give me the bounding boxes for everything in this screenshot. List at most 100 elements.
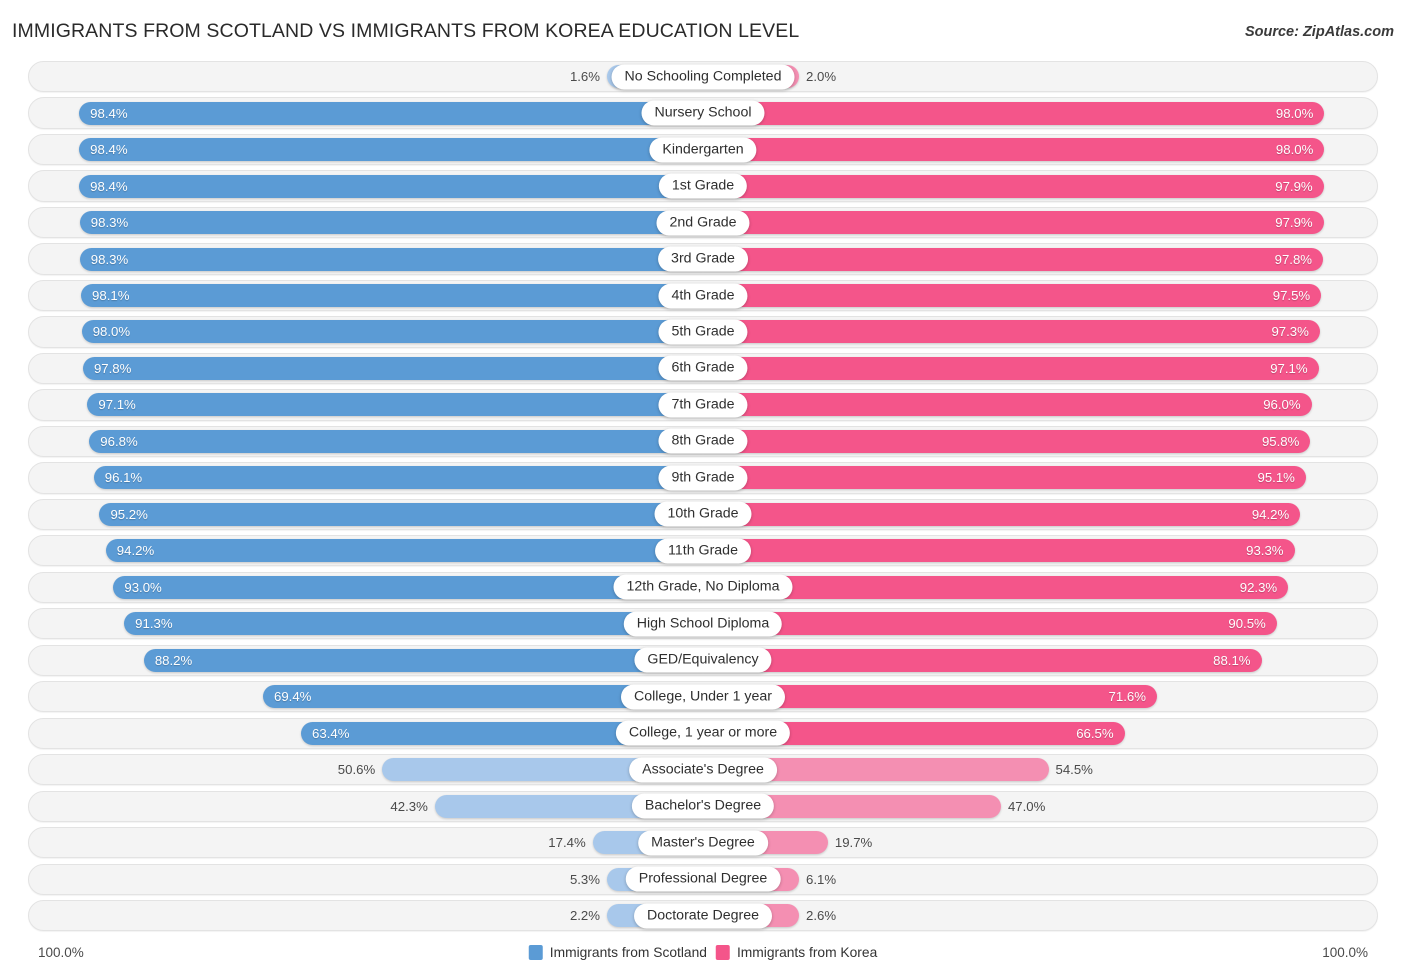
value-label-korea: 92.3% — [1239, 579, 1278, 595]
row-half-left: 97.1% — [14, 388, 703, 421]
value-label-korea: 98.0% — [1275, 142, 1314, 158]
value-label-korea: 54.5% — [1055, 762, 1093, 778]
row-half-right: 96.0% — [703, 388, 1392, 421]
bar-scotland[interactable]: 96.8% — [89, 429, 703, 453]
bar-korea[interactable]: 94.2% — [703, 502, 1301, 526]
chart-row: 98.4% 97.9% 1st Grade — [14, 169, 1392, 202]
row-half-right: 94.2% — [703, 498, 1392, 531]
chart-row: 98.3% 97.8% 3rd Grade — [14, 242, 1392, 275]
bar-scotland[interactable]: 97.1% — [87, 393, 703, 417]
bar-scotland[interactable]: 95.2% — [99, 502, 703, 526]
bar-scotland[interactable]: 98.4% — [79, 174, 703, 198]
category-label: GED/Equivalency — [634, 647, 772, 673]
category-label: Associate's Degree — [629, 757, 777, 783]
legend-item-korea[interactable]: Immigrants from Korea — [715, 945, 877, 960]
row-half-right: 47.0% — [703, 790, 1392, 823]
bar-scotland[interactable]: 96.1% — [93, 466, 703, 490]
page-title: IMMIGRANTS FROM SCOTLAND VS IMMIGRANTS F… — [12, 20, 800, 42]
value-label-korea: 94.2% — [1251, 506, 1290, 522]
row-half-left: 93.0% — [14, 571, 703, 604]
row-half-right: 98.0% — [703, 133, 1392, 166]
row-half-right: 88.1% — [703, 644, 1392, 677]
row-half-left: 1.6% — [14, 60, 703, 93]
row-half-right: 2.0% — [703, 60, 1392, 93]
value-label-scotland: 93.0% — [124, 579, 162, 595]
category-label: Nursery School — [641, 100, 765, 126]
category-label: 9th Grade — [658, 465, 748, 491]
bar-korea[interactable]: 97.9% — [703, 211, 1324, 235]
row-half-left: 98.1% — [14, 279, 703, 312]
value-label-scotland: 91.3% — [135, 616, 173, 632]
value-label-korea: 19.7% — [834, 835, 873, 851]
category-label: Kindergarten — [649, 137, 757, 163]
value-label-scotland: 17.4% — [548, 835, 586, 851]
row-half-left: 88.2% — [14, 644, 703, 677]
bar-scotland[interactable]: 98.4% — [79, 138, 703, 162]
chart-row: 50.6% 54.5% Associate's Degree — [14, 753, 1392, 786]
bar-scotland[interactable]: 98.1% — [81, 284, 703, 307]
bar-korea[interactable]: 98.0% — [703, 101, 1325, 125]
category-label: 7th Grade — [658, 392, 748, 418]
value-label-scotland: 98.0% — [92, 324, 131, 340]
value-label-scotland: 97.8% — [93, 360, 132, 376]
value-label-korea: 98.0% — [1275, 105, 1314, 121]
row-half-left: 69.4% — [14, 680, 703, 713]
bar-scotland[interactable]: 98.3% — [79, 211, 703, 235]
bar-korea[interactable]: 97.8% — [703, 247, 1324, 271]
value-label-scotland: 1.6% — [569, 69, 600, 85]
row-half-left: 96.1% — [14, 461, 703, 494]
chart-row: 95.2% 94.2% 10th Grade — [14, 498, 1392, 531]
chart-row: 98.3% 97.9% 2nd Grade — [14, 206, 1392, 239]
legend-label-scotland: Immigrants from Scotland — [549, 945, 707, 960]
row-half-right: 92.3% — [703, 571, 1392, 604]
bar-scotland[interactable]: 88.2% — [143, 648, 703, 672]
row-half-right: 93.3% — [703, 534, 1392, 567]
value-label-korea: 71.6% — [1108, 689, 1146, 705]
bar-korea[interactable]: 90.5% — [703, 612, 1277, 636]
category-label: 6th Grade — [658, 355, 748, 381]
bar-scotland[interactable]: 98.3% — [79, 247, 703, 271]
row-half-right: 19.7% — [703, 826, 1392, 859]
row-half-left: 96.8% — [14, 425, 703, 458]
bar-korea[interactable]: 97.5% — [703, 284, 1322, 307]
bar-scotland[interactable]: 98.0% — [81, 320, 703, 344]
row-half-right: 97.9% — [703, 206, 1392, 239]
bar-korea[interactable]: 97.3% — [703, 320, 1320, 344]
bar-korea[interactable]: 93.3% — [703, 539, 1295, 563]
bar-korea[interactable]: 97.9% — [703, 174, 1324, 198]
row-half-right: 6.1% — [703, 863, 1392, 896]
row-half-right: 97.1% — [703, 352, 1392, 385]
chart-row: 88.2% 88.1% GED/Equivalency — [14, 644, 1392, 677]
category-label: Professional Degree — [625, 866, 781, 892]
category-label: Doctorate Degree — [634, 903, 772, 929]
bar-korea[interactable]: 95.8% — [703, 429, 1311, 453]
row-half-left: 50.6% — [14, 753, 703, 786]
value-label-scotland: 5.3% — [569, 871, 600, 887]
value-label-korea: 6.1% — [806, 871, 837, 887]
value-label-korea: 97.9% — [1275, 178, 1313, 194]
chart-row: 1.6% 2.0% No Schooling Completed — [14, 60, 1392, 93]
chart-row: 69.4% 71.6% College, Under 1 year — [14, 680, 1392, 713]
bar-scotland[interactable]: 97.8% — [82, 356, 703, 380]
bar-scotland[interactable]: 91.3% — [124, 612, 703, 636]
bar-korea[interactable]: 88.1% — [703, 648, 1262, 672]
category-label: 1st Grade — [658, 173, 748, 199]
bar-scotland[interactable]: 94.2% — [105, 539, 703, 563]
bar-korea[interactable]: 97.1% — [703, 356, 1319, 380]
row-half-left: 98.4% — [14, 169, 703, 202]
chart-legend: Immigrants from Scotland Immigrants from… — [528, 945, 877, 960]
value-label-korea: 97.5% — [1272, 288, 1311, 303]
value-label-scotland: 2.2% — [569, 908, 600, 924]
bar-korea[interactable]: 96.0% — [703, 393, 1312, 417]
diverging-bar-chart: 1.6% 2.0% No Schooling Completed 98.4% 98.0%… — [0, 60, 1406, 935]
chart-row: 5.3% 6.1% Professional Degree — [14, 863, 1392, 896]
category-label: College, 1 year or more — [615, 720, 791, 746]
legend-item-scotland[interactable]: Immigrants from Scotland — [528, 945, 707, 960]
category-label: Master's Degree — [638, 830, 768, 856]
bar-scotland[interactable]: 98.4% — [79, 101, 703, 125]
value-label-scotland: 88.2% — [154, 652, 193, 668]
bar-korea[interactable]: 95.1% — [703, 466, 1306, 490]
bar-korea[interactable]: 98.0% — [703, 138, 1325, 162]
category-label: 11th Grade — [655, 538, 751, 564]
row-half-left: 42.3% — [14, 790, 703, 823]
